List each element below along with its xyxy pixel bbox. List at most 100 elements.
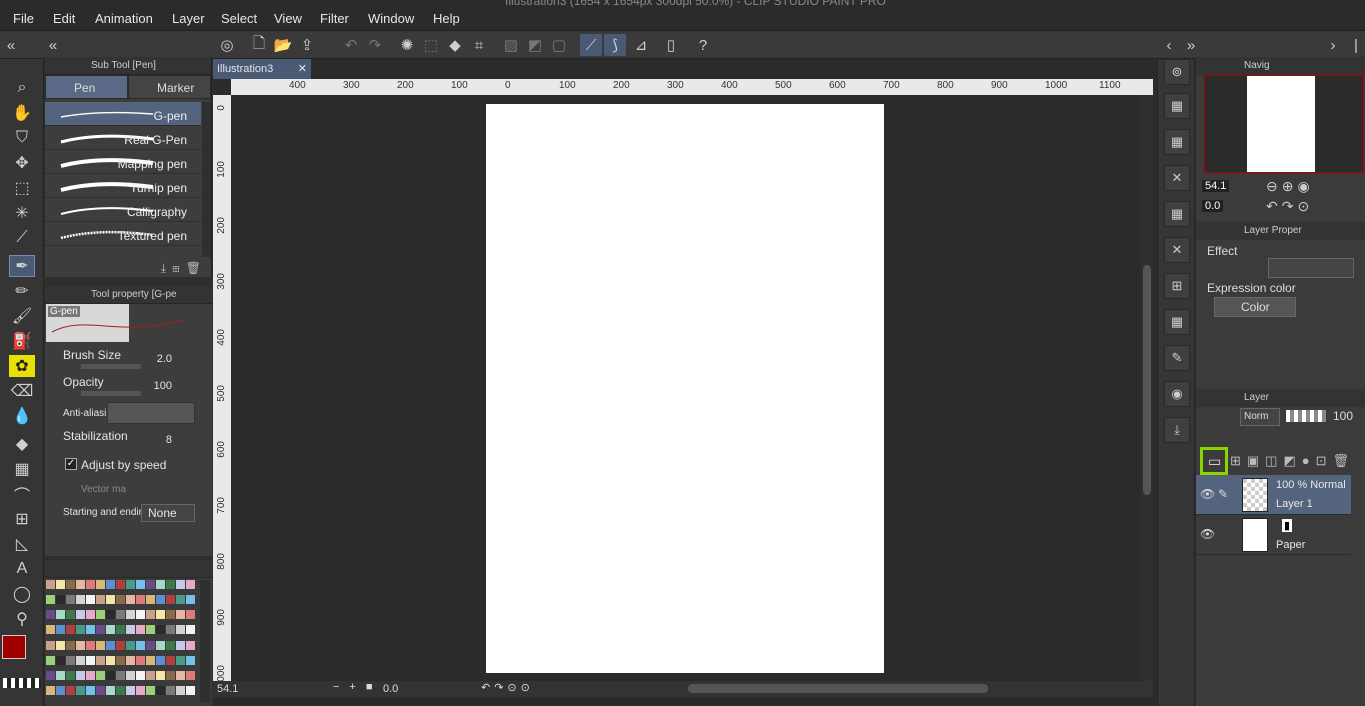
- palette-swatch[interactable]: [166, 655, 175, 665]
- figure-tool-icon[interactable]: ⌒: [9, 483, 35, 505]
- palette-swatch[interactable]: [106, 640, 115, 650]
- palette-swatches[interactable]: [46, 580, 198, 700]
- start-end-select[interactable]: None: [141, 504, 195, 522]
- palette-swatch[interactable]: [156, 580, 165, 589]
- opacity-value[interactable]: 100: [154, 380, 172, 392]
- brush-list-scrollbar[interactable]: [202, 102, 211, 257]
- help-icon[interactable]: ?: [692, 34, 714, 56]
- palette-swatch[interactable]: [116, 655, 125, 665]
- palette-swatch[interactable]: [126, 625, 135, 635]
- palette-swatch[interactable]: [136, 670, 145, 680]
- decoration-tool-icon[interactable]: ✿: [9, 355, 35, 377]
- palette-swatch[interactable]: [126, 655, 135, 665]
- palette-swatch[interactable]: [166, 610, 175, 620]
- clip-studio-icon[interactable]: ◎: [216, 34, 238, 56]
- collapse-right-icon[interactable]: ‹: [1158, 34, 1180, 56]
- fill-tool-icon[interactable]: ◆: [9, 433, 35, 455]
- brush-size-slider[interactable]: [81, 364, 141, 369]
- pattern-icon[interactable]: ▦: [1164, 201, 1190, 227]
- layer-row-layer1[interactable]: 👁 ✎ 100 % Normal Layer 1: [1196, 475, 1351, 515]
- palette-swatch[interactable]: [156, 610, 165, 620]
- palette-swatch[interactable]: [176, 670, 185, 680]
- palette-swatch[interactable]: [46, 670, 55, 680]
- palette-swatch[interactable]: [136, 625, 145, 635]
- palette-swatch[interactable]: [106, 595, 115, 605]
- collapse-panel-icon[interactable]: «: [42, 34, 64, 56]
- palette-swatch[interactable]: [76, 655, 85, 665]
- close-panel-icon[interactable]: ✕: [1164, 237, 1190, 263]
- gradient-tool-icon[interactable]: ▦: [9, 458, 35, 480]
- tab-pen[interactable]: Pen: [45, 75, 128, 99]
- palette-swatch[interactable]: [176, 655, 185, 665]
- vertical-scrollbar[interactable]: [1141, 95, 1153, 681]
- palette-swatch[interactable]: [106, 655, 115, 665]
- eraser-tool-icon[interactable]: ⌫: [9, 380, 35, 402]
- tab-marker[interactable]: Marker: [128, 75, 211, 99]
- navigator-zoom-controls[interactable]: ⊖⊕◉: [1266, 178, 1314, 195]
- expression-select[interactable]: Color: [1214, 297, 1296, 317]
- export-icon[interactable]: ⇪: [296, 34, 318, 56]
- palette-swatch[interactable]: [146, 610, 155, 620]
- palette-swatch[interactable]: [186, 595, 195, 605]
- palette-swatch[interactable]: [186, 610, 195, 620]
- palette-swatch[interactable]: [46, 625, 55, 635]
- palette-swatch[interactable]: [46, 640, 55, 650]
- new-file-icon[interactable]: 🗋: [248, 34, 270, 56]
- palette-swatch[interactable]: [176, 625, 185, 635]
- palette-swatch[interactable]: [106, 625, 115, 635]
- palette-swatch[interactable]: [116, 595, 125, 605]
- blend-tool-icon[interactable]: 💧: [9, 405, 35, 427]
- palette-swatch[interactable]: [66, 685, 75, 695]
- stabilization-value[interactable]: 8: [166, 434, 172, 446]
- palette-swatch[interactable]: [56, 595, 65, 605]
- palette-swatch[interactable]: [126, 610, 135, 620]
- palette-swatch[interactable]: [116, 580, 125, 589]
- palette-swatch[interactable]: [86, 625, 95, 635]
- grid-material-icon[interactable]: ▦: [1164, 309, 1190, 335]
- palette-swatch[interactable]: [156, 685, 165, 695]
- clear-icon[interactable]: ◩: [524, 34, 546, 56]
- navigator-preview[interactable]: [1204, 75, 1364, 173]
- palette-swatch[interactable]: [76, 625, 85, 635]
- brush-tool-icon[interactable]: 🖌: [9, 305, 35, 327]
- brush-size-value[interactable]: 2.0: [157, 353, 172, 365]
- palette-swatch[interactable]: [176, 685, 185, 695]
- tone-icon[interactable]: ✕: [1164, 165, 1190, 191]
- brush-textured-pen[interactable]: Textured pen: [45, 222, 201, 246]
- palette-swatch[interactable]: [126, 580, 135, 589]
- expand-right-icon[interactable]: »: [1180, 34, 1202, 56]
- palette-swatch[interactable]: [96, 685, 105, 695]
- eyedropper-icon[interactable]: ⟋: [9, 227, 35, 249]
- palette-swatch[interactable]: [86, 595, 95, 605]
- layer-row-paper[interactable]: 👁 ▮ Paper: [1196, 515, 1351, 555]
- palette-swatch[interactable]: [96, 595, 105, 605]
- palette-swatch[interactable]: [86, 580, 95, 589]
- palette-swatch[interactable]: [56, 670, 65, 680]
- palette-swatch[interactable]: [76, 595, 85, 605]
- navigator-rotate-controls[interactable]: ↶↷⊙: [1266, 198, 1313, 215]
- rotate-controls[interactable]: ↶↷⊙⊙: [481, 681, 534, 694]
- edit-icon[interactable]: ✎: [1164, 345, 1190, 371]
- brush-gpen[interactable]: G-pen: [45, 102, 201, 126]
- magic-wand-icon[interactable]: ✳: [9, 202, 35, 224]
- vertical-scroll-thumb[interactable]: [1143, 265, 1151, 495]
- palette-swatch[interactable]: [76, 670, 85, 680]
- opacity-slider[interactable]: [81, 391, 141, 396]
- brush-turnip-pen[interactable]: Turnip pen: [45, 174, 201, 198]
- palette-swatch[interactable]: [46, 655, 55, 665]
- palette-swatch[interactable]: [116, 625, 125, 635]
- download-icon[interactable]: ⤓: [1164, 417, 1190, 443]
- palette-swatch[interactable]: [96, 580, 105, 589]
- navigator-zoom[interactable]: 54.1: [1202, 180, 1230, 192]
- document-tab[interactable]: Illustration3 ✕: [213, 59, 311, 79]
- palette-swatch[interactable]: [86, 655, 95, 665]
- palette-swatch[interactable]: [186, 625, 195, 635]
- zoom-value[interactable]: 54.1: [217, 683, 238, 695]
- antialias-selector[interactable]: [107, 402, 195, 424]
- transform-icon[interactable]: ⬚: [420, 34, 442, 56]
- palette-swatch[interactable]: [186, 640, 195, 650]
- palette-swatch[interactable]: [96, 610, 105, 620]
- hand-tool-icon[interactable]: ✋: [9, 102, 35, 124]
- image-material-icon[interactable]: ⊞: [1164, 273, 1190, 299]
- palette-swatch[interactable]: [156, 595, 165, 605]
